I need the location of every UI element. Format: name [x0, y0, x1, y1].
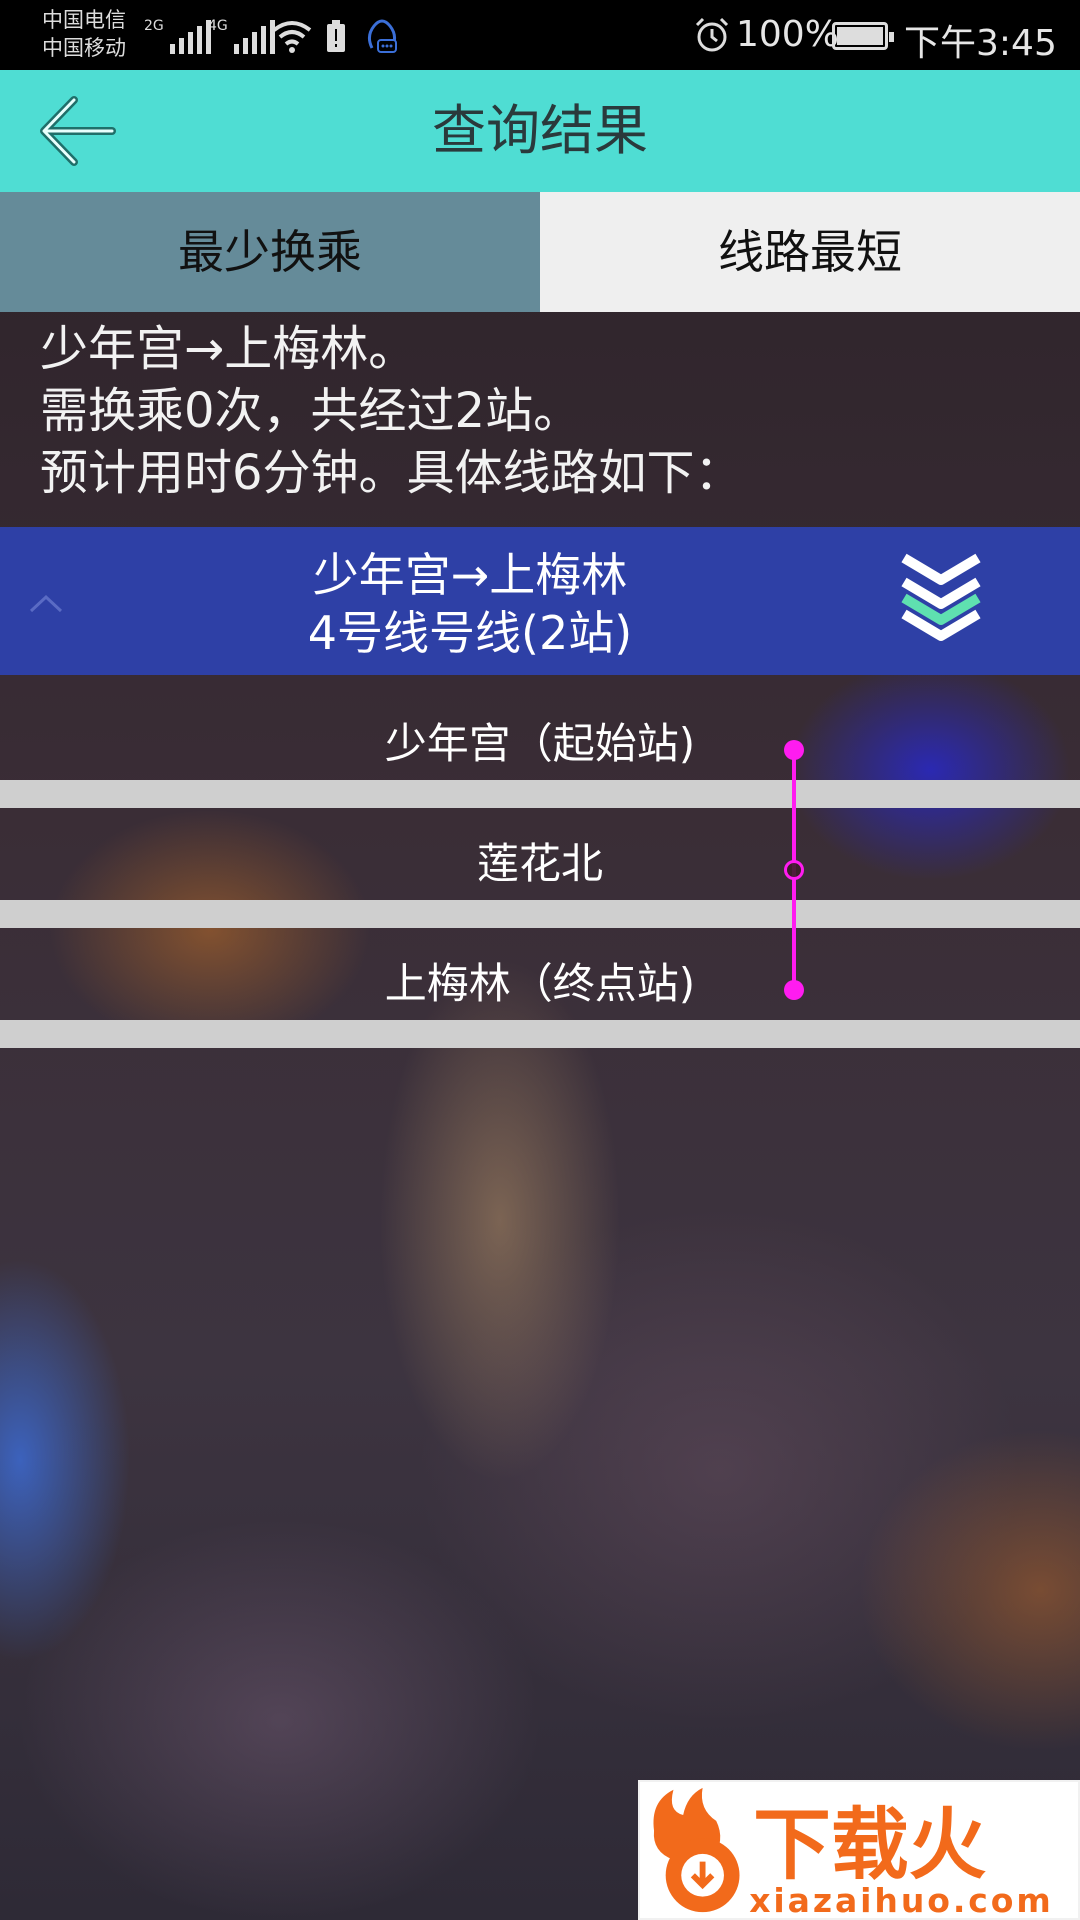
- signal-4g-icon: 4G: [208, 18, 275, 54]
- chevron-up-icon[interactable]: [28, 592, 64, 614]
- tab-shortest-route[interactable]: 线路最短: [540, 192, 1080, 312]
- divider: [0, 1020, 1080, 1048]
- status-bar: 中国电信 中国移动 2G 4G 100% 下午3:45: [0, 0, 1080, 70]
- svg-text:下载火: 下载火: [753, 1800, 986, 1890]
- carrier-2: 中国移动: [42, 36, 126, 60]
- wifi-icon: [272, 21, 312, 53]
- battery-icon: [832, 22, 894, 50]
- arrow-left-icon: [40, 96, 116, 166]
- app-header: 查询结果: [0, 70, 1080, 192]
- summary-line-2: 需换乘0次，共经过2站。: [40, 383, 582, 439]
- route-segment-name: 少年宫→上梅林: [312, 548, 628, 602]
- alarm-clock-icon: [695, 17, 729, 52]
- qq-notification-icon: [367, 19, 397, 53]
- station-row: 少年宫（起始站): [384, 719, 696, 768]
- route-segment-text: 少年宫→上梅林 4号线号线(2站): [170, 546, 770, 662]
- clock: 下午3:45: [904, 23, 1057, 64]
- intermediate-station-marker: [784, 860, 804, 880]
- signal-2g-icon: 2G: [144, 18, 211, 54]
- station-row: 莲花北: [476, 839, 603, 888]
- start-station-marker: [784, 740, 804, 760]
- xiazaihuo-watermark-logo: 下载火 xiazaihuo.com: [638, 1780, 1080, 1920]
- battery-percent: 100%: [736, 14, 839, 55]
- svg-text:xiazaihuo.com: xiazaihuo.com: [749, 1881, 1053, 1920]
- page-title: 查询结果: [432, 99, 648, 162]
- battery-alert-icon: [327, 20, 345, 52]
- summary-line-3: 预计用时6分钟。具体线路如下：: [40, 445, 743, 501]
- divider: [0, 780, 1080, 808]
- layers-icon: [901, 553, 981, 641]
- carrier-names: 中国电信 中国移动: [42, 6, 126, 62]
- back-button[interactable]: [36, 92, 118, 170]
- end-station-marker: [784, 980, 804, 1000]
- summary-line-1: 少年宫→上梅林。: [40, 321, 417, 377]
- divider: [0, 900, 1080, 928]
- station-row: 上梅林（终点站): [384, 959, 696, 1008]
- route-tabs: 最少换乘 线路最短: [0, 192, 1080, 312]
- carrier-1: 中国电信: [42, 8, 126, 32]
- route-line-info: 4号线号线(2站): [307, 606, 633, 660]
- route-summary: 少年宫→上梅林。 需换乘0次，共经过2站。 预计用时6分钟。具体线路如下：: [40, 318, 1040, 504]
- tab-least-transfers[interactable]: 最少换乘: [0, 192, 540, 312]
